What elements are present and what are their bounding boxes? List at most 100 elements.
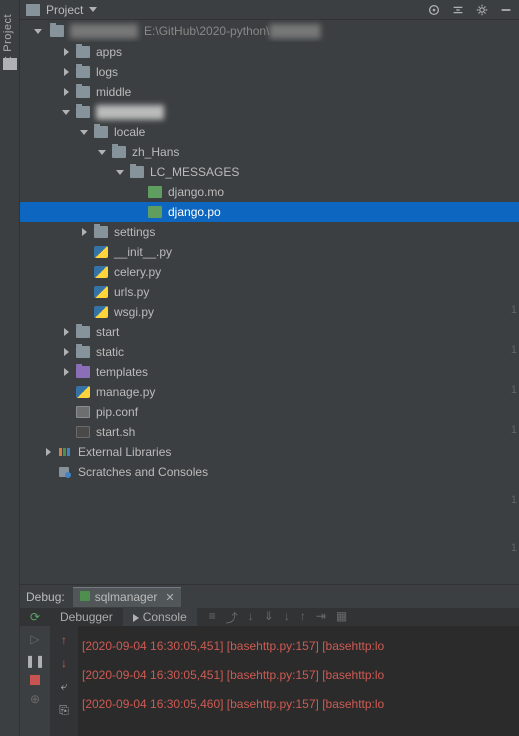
tree-node-label: locale <box>114 125 145 139</box>
up-stack-icon[interactable]: ⤴ <box>226 609 238 626</box>
console-left-toolbar: ▷ ❚❚ ⊕ <box>20 626 50 736</box>
tree-row[interactable]: middle <box>20 82 519 102</box>
folder-icon <box>76 106 90 118</box>
locate-icon[interactable] <box>427 3 441 17</box>
chevron-down-icon[interactable] <box>78 126 90 138</box>
folder-icon <box>50 25 64 37</box>
tree-row[interactable]: django.mo <box>20 182 519 202</box>
tree-row[interactable]: django.po <box>20 202 519 222</box>
chevron-down-icon[interactable] <box>32 25 44 37</box>
chevron-right-icon[interactable] <box>60 346 72 358</box>
py-icon <box>94 286 108 298</box>
tree-row[interactable]: apps <box>20 42 519 62</box>
tree-row[interactable]: templates <box>20 362 519 382</box>
tree-node-label: wsgi.py <box>114 305 154 319</box>
tree-node-label: middle <box>96 85 131 99</box>
folder-purple-icon <box>76 366 90 378</box>
chevron-down-icon[interactable] <box>114 166 126 178</box>
arrow-down-icon[interactable]: ↓ <box>61 656 67 670</box>
tree-row[interactable]: LC_MESSAGES <box>20 162 519 182</box>
tree-row[interactable]: __init__.py <box>20 242 519 262</box>
tree-row[interactable]: manage.py1 <box>20 382 519 402</box>
arrow-up-icon[interactable]: ↑ <box>61 633 67 647</box>
stop-icon[interactable] <box>30 675 40 685</box>
close-icon[interactable]: ✕ <box>165 591 174 604</box>
project-tree[interactable]: 1 1 appslogsmiddle████████localezh_HansL… <box>20 42 519 584</box>
console-gutter: ↑ ↓ ⤶ ⎘ <box>50 626 78 736</box>
tree-row[interactable]: urls.py <box>20 282 519 302</box>
folder-icon <box>112 146 126 158</box>
scroll-end-icon[interactable]: ⎘ <box>59 703 69 718</box>
hide-icon[interactable] <box>499 3 513 17</box>
folder-icon <box>76 86 90 98</box>
step-into-icon[interactable]: ⇓ <box>264 609 274 626</box>
chevron-right-icon[interactable] <box>60 326 72 338</box>
tree-row[interactable]: celery.py <box>20 262 519 282</box>
chevron-right-icon[interactable] <box>42 446 54 458</box>
folder-icon <box>130 166 144 178</box>
tree-row[interactable]: ████████ <box>20 102 519 122</box>
project-toolbar: Project <box>20 0 519 20</box>
po-icon <box>148 206 162 218</box>
step-over-icon[interactable]: ↓ <box>248 609 254 626</box>
chevron-right-icon[interactable] <box>60 366 72 378</box>
step-out-icon[interactable]: ↓ <box>284 609 290 626</box>
project-dropdown-label[interactable]: Project <box>46 3 83 17</box>
tree-row[interactable]: pip.conf <box>20 402 519 422</box>
tree-row[interactable]: logs <box>20 62 519 82</box>
run-to-cursor-icon[interactable]: ↑ <box>300 609 306 626</box>
log-line: [2020-09-04 16:30:05,451] [basehttp.py:1… <box>82 661 515 690</box>
layout-icon[interactable]: ▦ <box>336 609 347 626</box>
tree-row[interactable]: zh_Hans <box>20 142 519 162</box>
expand-all-icon[interactable] <box>451 3 465 17</box>
console-output[interactable]: [2020-09-04 16:30:05,451] [basehttp.py:1… <box>78 626 519 736</box>
tree-node-label: LC_MESSAGES <box>150 165 239 179</box>
scratch-icon <box>58 466 72 478</box>
debug-tab-label: sqlmanager <box>95 590 158 604</box>
tree-row[interactable]: settings <box>20 222 519 242</box>
chevron-right-icon[interactable] <box>60 46 72 58</box>
project-path: E:\GitHub\2020-python\ <box>144 24 269 38</box>
py-icon <box>94 266 108 278</box>
tree-row[interactable]: External Libraries <box>20 442 519 462</box>
filter-icon[interactable]: ≡ <box>209 609 216 626</box>
chevron-right-icon[interactable] <box>78 226 90 238</box>
chevron-down-icon[interactable] <box>60 106 72 118</box>
structure-tool-icon[interactable] <box>3 58 17 70</box>
console-panel: ▷ ❚❚ ⊕ ↑ ↓ ⤶ ⎘ [2020-09-04 16:30:05,451]… <box>20 626 519 736</box>
project-root-row[interactable]: ████████ E:\GitHub\2020-python\ ██████ <box>20 20 519 42</box>
tree-node-label: External Libraries <box>78 445 171 459</box>
tree-row[interactable]: wsgi.py1 <box>20 302 519 322</box>
chevron-right-icon[interactable] <box>60 86 72 98</box>
tree-node-label: templates <box>96 365 148 379</box>
folder-icon <box>76 66 90 78</box>
tree-row[interactable]: static1 <box>20 342 519 362</box>
debug-run-tab[interactable]: sqlmanager ✕ <box>73 587 181 607</box>
tree-row[interactable]: Scratches and Consoles <box>20 462 519 482</box>
chevron-down-icon[interactable] <box>89 7 97 12</box>
gear-icon[interactable] <box>475 3 489 17</box>
rerun-icon[interactable]: ⟳ <box>30 610 40 624</box>
py-icon <box>94 306 108 318</box>
view-breakpoints-icon[interactable]: ⊕ <box>27 691 43 707</box>
tree-node-label: manage.py <box>96 385 155 399</box>
tree-node-label: __init__.py <box>114 245 172 259</box>
project-icon <box>26 4 40 16</box>
tree-row[interactable]: start.sh1 <box>20 422 519 442</box>
evaluate-icon[interactable]: ⇥ <box>316 609 326 626</box>
tree-node-label: start.sh <box>96 425 135 439</box>
tab-console[interactable]: Console <box>123 608 197 626</box>
py-icon <box>94 246 108 258</box>
chevron-down-icon[interactable] <box>96 146 108 158</box>
pause-icon[interactable]: ❚❚ <box>27 653 43 669</box>
run-config-icon <box>79 590 91 605</box>
tree-row[interactable]: start <box>20 322 519 342</box>
tab-debugger[interactable]: Debugger <box>50 608 123 626</box>
chevron-right-icon[interactable] <box>60 66 72 78</box>
py-icon <box>76 386 90 398</box>
resume-icon[interactable]: ▷ <box>27 631 43 647</box>
soft-wrap-icon[interactable]: ⤶ <box>61 679 68 694</box>
gutter-marker: 1 <box>511 494 517 506</box>
tree-row[interactable]: locale <box>20 122 519 142</box>
tree-node-label: start <box>96 325 119 339</box>
